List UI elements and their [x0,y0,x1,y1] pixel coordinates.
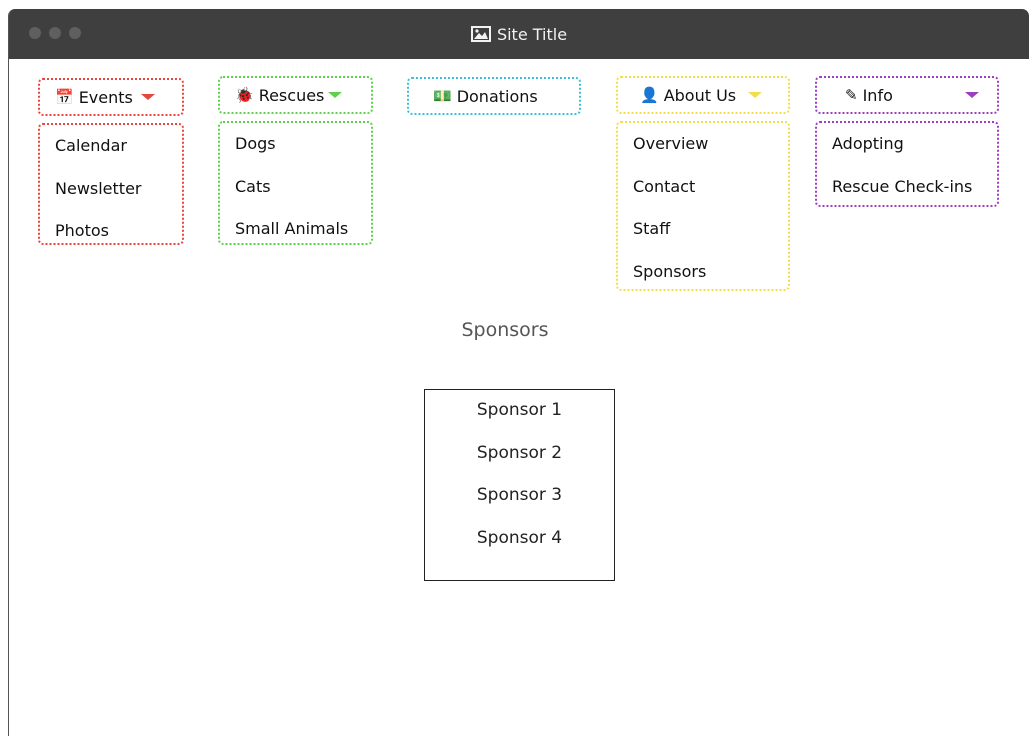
menu-info-label: Info [862,85,893,105]
chevron-down-icon [748,92,763,98]
menu-events-dropdown: Calendar Newsletter Photos [38,123,184,245]
image-icon [470,26,491,42]
money-icon: 💵 [433,86,452,105]
menu-rescues-label: Rescues [258,85,325,105]
list-item: Sponsor 4 [476,527,563,548]
window-title: Site Title [9,9,1029,59]
menu-item-small-animals[interactable]: Small Animals [220,212,371,255]
menu-item-cats[interactable]: Cats [220,170,371,213]
browser-window: Site Title 📅 Events Calendar Newsletter … [8,9,1029,736]
chevron-down-icon [965,92,979,98]
menu-about-us[interactable]: 👤 About Us [616,76,790,114]
menu-info[interactable]: ✎ Info [815,76,999,114]
list-item: Sponsor 3 [476,485,563,505]
menu-donations[interactable]: 💵 Donations [407,77,581,115]
menu-item-overview[interactable]: Overview [618,127,788,170]
calendar-icon: 📅 [55,87,74,106]
menu-item-rescue-check-ins[interactable]: Rescue Check-ins [817,170,997,213]
window-title-text: Site Title [496,24,568,44]
edit-icon: ✎ [845,85,858,104]
menu-donations-label: Donations [456,86,538,106]
menu-item-newsletter[interactable]: Newsletter [40,172,182,215]
menu-info-dropdown: Adopting Rescue Check-ins [815,121,999,207]
menu-item-sponsors[interactable]: Sponsors [618,255,788,298]
menu-about-us-label: About Us [663,85,737,105]
menu-item-dogs[interactable]: Dogs [220,127,371,170]
list-item: Sponsor 1 [476,400,563,420]
sponsor-list: Sponsor 1 Sponsor 2 Sponsor 3 Sponsor 4 [424,389,615,581]
menu-item-photos[interactable]: Photos [40,214,182,257]
title-bar: Site Title [9,9,1029,59]
menu-rescues-dropdown: Dogs Cats Small Animals [218,121,373,245]
list-item: Sponsor 2 [476,442,563,463]
menu-events-label: Events [78,87,133,107]
menu-item-contact[interactable]: Contact [618,170,788,213]
menu-rescues[interactable]: 🐞 Rescues [218,76,373,114]
user-icon: 👤 [640,85,659,104]
bug-icon: 🐞 [235,85,254,104]
chevron-down-icon [140,94,155,100]
menu-item-calendar[interactable]: Calendar [40,129,182,172]
menu-item-adopting[interactable]: Adopting [817,127,997,170]
page-title: Sponsors [461,319,549,341]
menu-events[interactable]: 📅 Events [38,78,184,116]
menu-about-us-dropdown: Overview Contact Staff Sponsors [616,121,790,291]
menu-item-staff[interactable]: Staff [618,212,788,255]
chevron-down-icon [328,92,343,98]
